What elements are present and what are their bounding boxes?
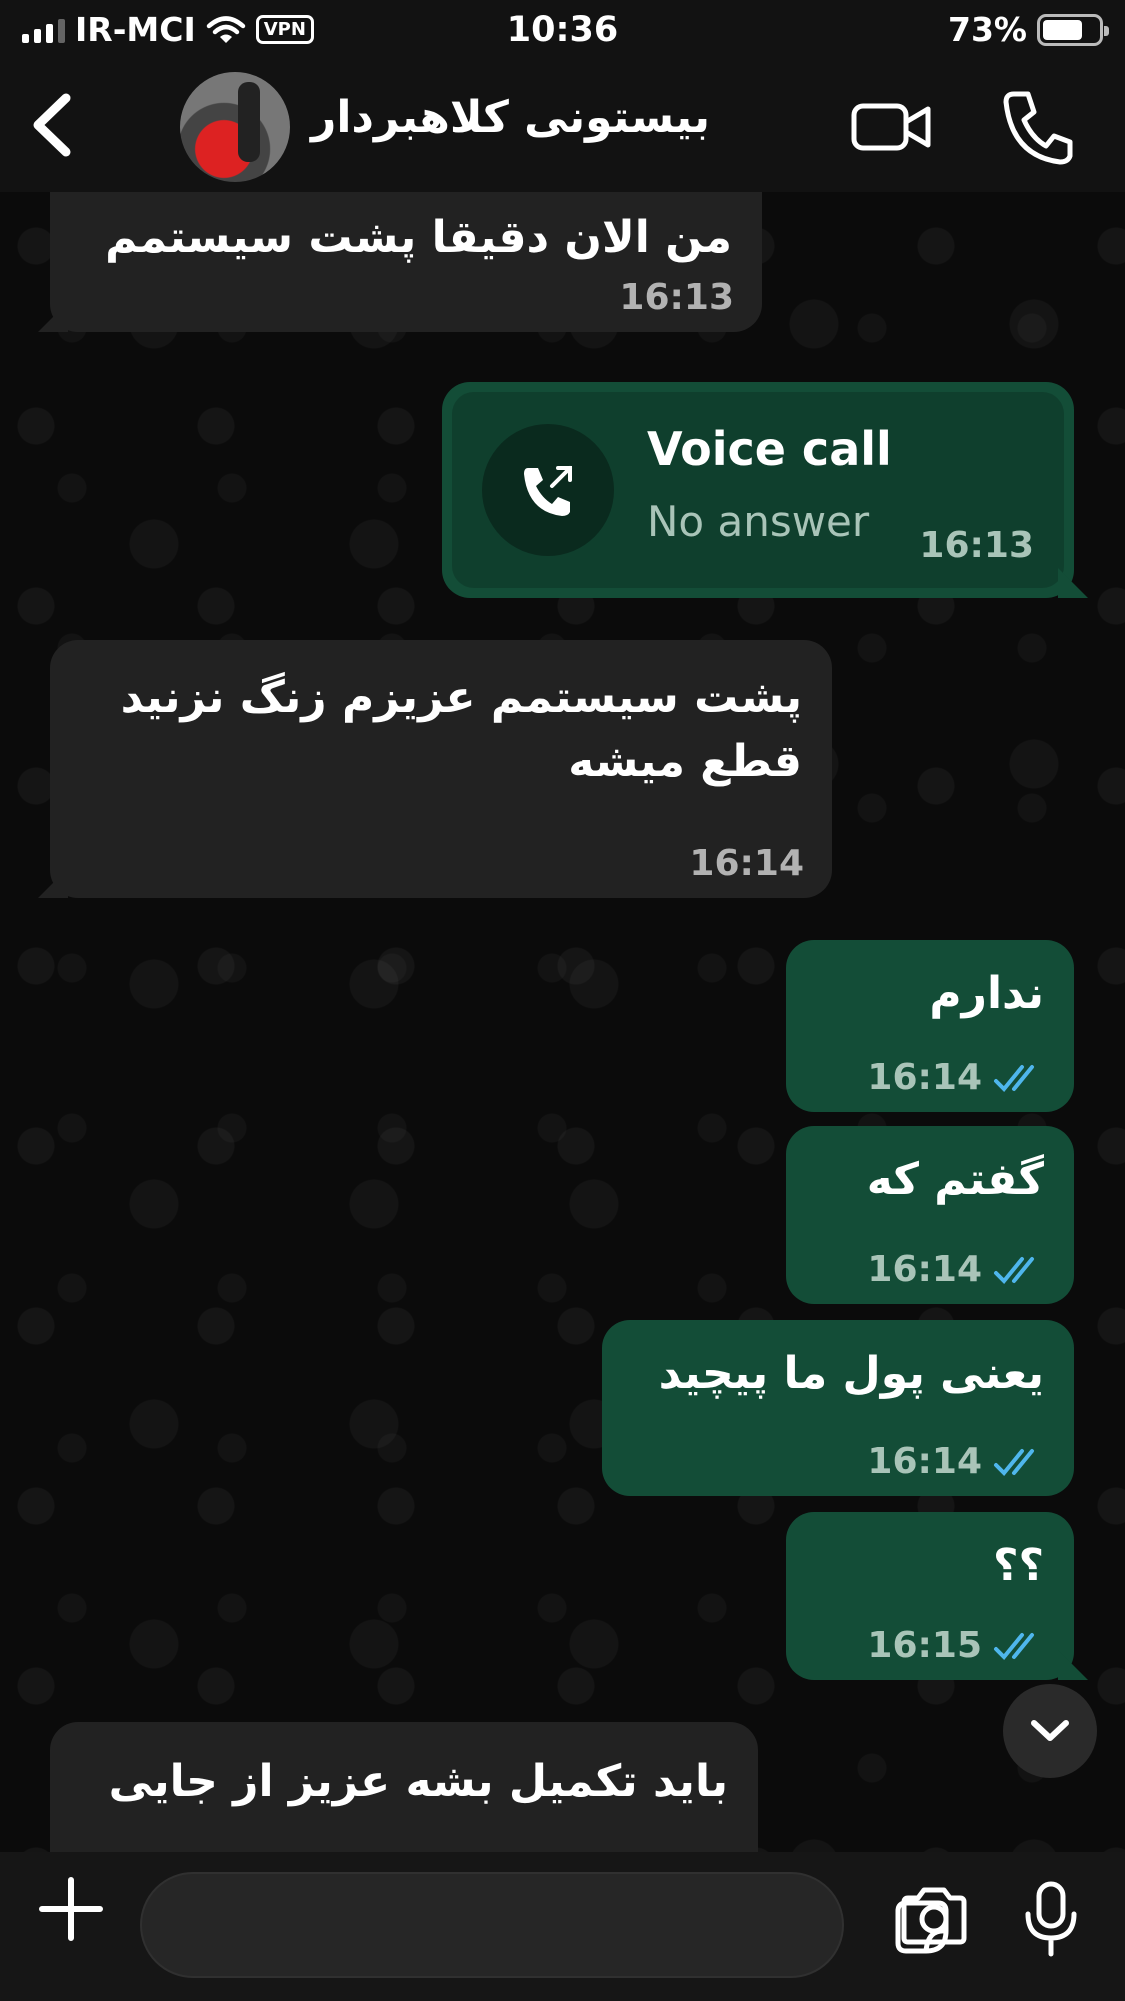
bubble-tail [38, 868, 68, 898]
message-incoming[interactable]: پشت سیستمم عزیزم زنگ نزنید قطع میشه 16:1… [38, 640, 832, 898]
bubble-tail [1058, 1650, 1088, 1680]
message-text: من الان دقیقا پشت سیستمم [105, 212, 732, 263]
call-status: No answer [647, 497, 870, 546]
message-meta: 16:14 [867, 1441, 1046, 1482]
bubble-tail [38, 302, 68, 332]
message-time: 16:14 [867, 1441, 982, 1482]
message-time: 16:13 [919, 525, 1034, 566]
chat-area[interactable]: من الان دقیقا پشت سیستمم 16:13 Voice cal… [0, 192, 1125, 1852]
call-title: Voice call [647, 422, 892, 476]
message-meta: 16:14 [867, 1249, 1046, 1290]
battery-fill [1043, 19, 1083, 40]
microphone-icon[interactable] [1022, 1880, 1080, 1958]
message-time: 16:14 [867, 1057, 982, 1098]
scroll-to-bottom-button[interactable] [1003, 1684, 1097, 1778]
message-input[interactable] [172, 1894, 732, 1958]
composer-bar [0, 1852, 1125, 2001]
chevron-down-icon [1031, 1720, 1069, 1741]
message-time: 16:14 [689, 843, 804, 884]
phone-call-icon[interactable] [1000, 86, 1075, 166]
status-right: 73% [948, 10, 1109, 49]
message-time: 16:13 [619, 277, 734, 318]
read-ticks-icon [994, 1064, 1034, 1092]
message-text: ؟؟ [992, 1540, 1044, 1591]
message-outgoing[interactable]: ؟؟ 16:15 [786, 1512, 1088, 1680]
message-time: 16:14 [867, 1249, 982, 1290]
message-meta: 16:14 [689, 843, 804, 884]
message-incoming[interactable]: باید تکمیل بشه عزیز از جایی [50, 1722, 758, 1852]
message-text: باید تکمیل بشه عزیز از جایی [108, 1756, 728, 1807]
message-meta: 16:13 [619, 277, 734, 318]
camera-icon[interactable] [898, 1886, 970, 1946]
bubble-tail [1058, 568, 1088, 598]
message-meta: 16:15 [867, 1625, 1046, 1666]
voice-call-message[interactable]: Voice call No answer 16:13 [442, 382, 1088, 598]
read-ticks-icon [994, 1632, 1034, 1660]
plus-icon[interactable] [38, 1876, 104, 1942]
message-text: یعنی پول ما پیچید [658, 1348, 1044, 1399]
back-chevron-icon[interactable] [20, 90, 90, 160]
message-text: ندارم [929, 968, 1044, 1019]
chat-header: بیستونی کلاهبردار [0, 62, 1125, 192]
status-bar: IR-MCI VPN 10:36 73% [0, 0, 1125, 62]
call-icon-circle [482, 424, 614, 556]
message-time: 16:15 [867, 1625, 982, 1666]
message-outgoing[interactable]: گفتم که 16:14 [786, 1126, 1074, 1304]
message-meta: 16:14 [867, 1057, 1046, 1098]
message-input-wrapper [140, 1872, 949, 1978]
battery-percent: 73% [948, 10, 1027, 49]
voice-call-card: Voice call No answer 16:13 [452, 392, 1064, 588]
battery-icon [1037, 13, 1109, 46]
message-outgoing[interactable]: ندارم 16:14 [786, 940, 1074, 1112]
read-ticks-icon [994, 1448, 1034, 1476]
outgoing-call-icon [524, 466, 572, 516]
message-outgoing[interactable]: یعنی پول ما پیچید 16:14 [602, 1320, 1074, 1496]
contact-name[interactable]: بیستونی کلاهبردار [310, 92, 710, 143]
video-call-icon[interactable] [850, 92, 932, 162]
avatar[interactable] [180, 72, 290, 182]
message-text: گفتم که [866, 1154, 1044, 1205]
message-text: پشت سیستمم عزیزم زنگ نزنید قطع میشه [120, 672, 802, 787]
read-ticks-icon [994, 1256, 1034, 1284]
message-incoming[interactable]: من الان دقیقا پشت سیستمم 16:13 [38, 192, 762, 332]
